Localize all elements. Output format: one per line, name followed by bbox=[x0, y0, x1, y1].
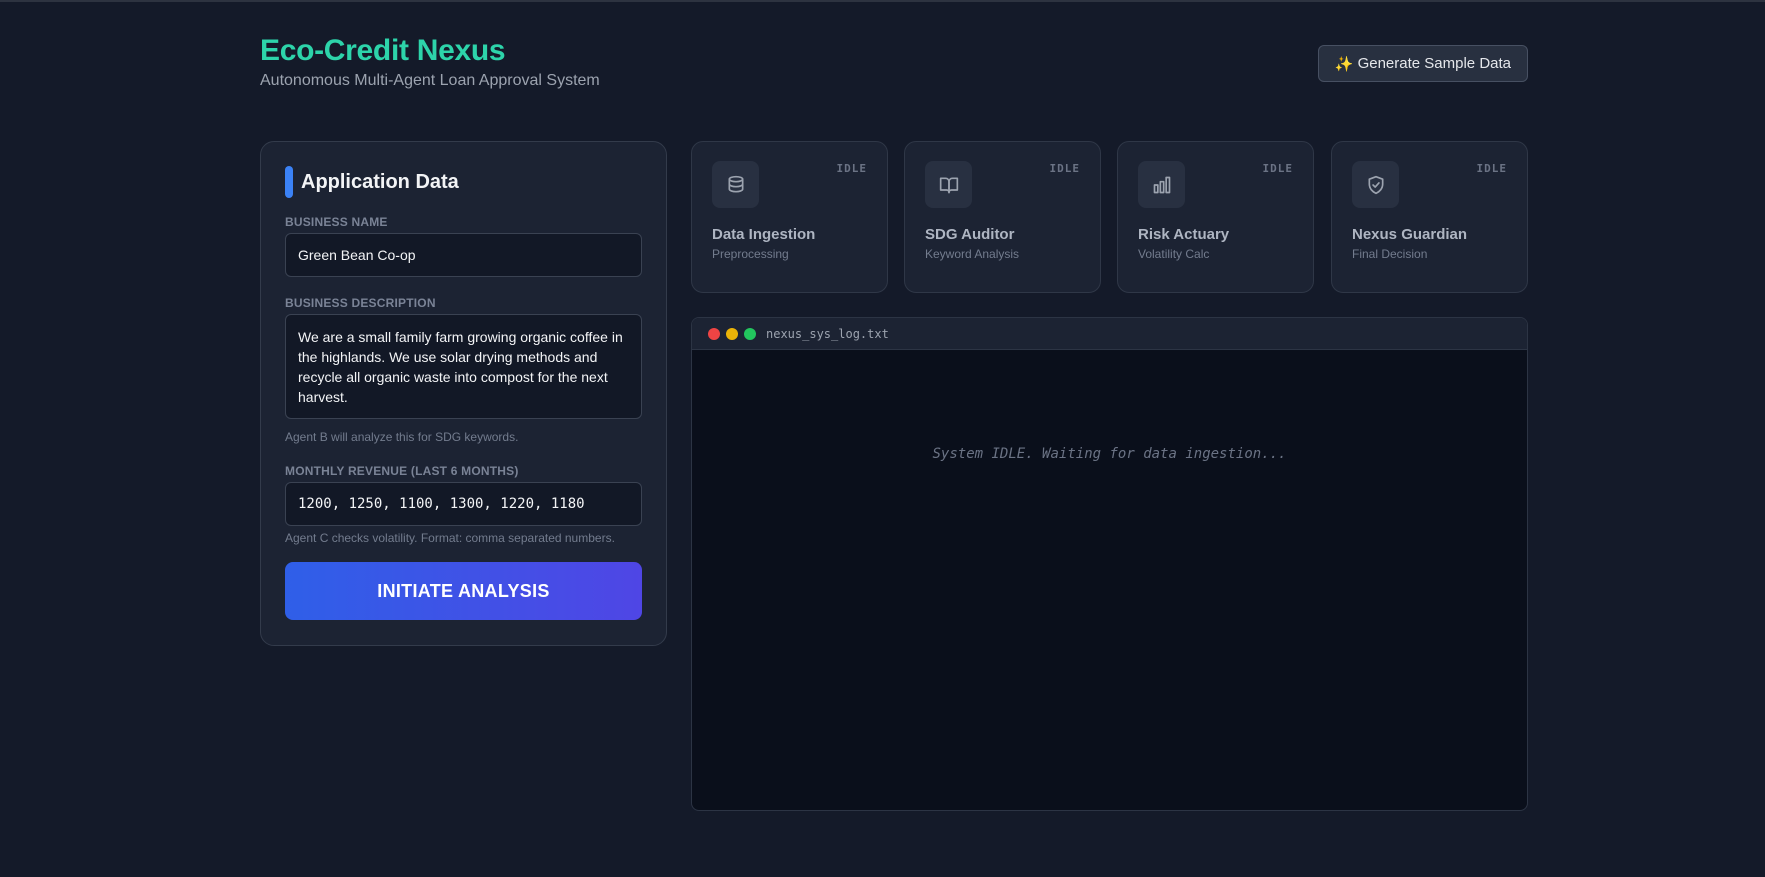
agent-card-sdg-auditor: IDLE SDG Auditor Keyword Analysis bbox=[904, 141, 1101, 293]
monthly-revenue-label: MONTHLY REVENUE (LAST 6 MONTHS) bbox=[285, 464, 519, 478]
monthly-revenue-input[interactable]: 1200, 1250, 1100, 1300, 1220, 1180 bbox=[285, 482, 642, 526]
business-name-input[interactable]: Green Bean Co-op bbox=[285, 233, 642, 277]
terminal-title-bar: nexus_sys_log.txt bbox=[692, 318, 1527, 350]
agent-card-nexus-guardian: IDLE Nexus Guardian Final Decision bbox=[1331, 141, 1528, 293]
agent-subtitle: Preprocessing bbox=[712, 247, 789, 261]
app-subtitle: Autonomous Multi-Agent Loan Approval Sys… bbox=[260, 72, 600, 89]
panel-title: Application Data bbox=[301, 170, 459, 193]
generate-sample-data-label: Generate Sample Data bbox=[1357, 55, 1511, 72]
initiate-analysis-button[interactable]: INITIATE ANALYSIS bbox=[285, 562, 642, 620]
agent-status: IDLE bbox=[1476, 162, 1507, 175]
bar-chart-icon bbox=[1138, 161, 1185, 208]
agent-subtitle: Volatility Calc bbox=[1138, 247, 1210, 261]
agent-card-data-ingestion: IDLE Data Ingestion Preprocessing bbox=[691, 141, 888, 293]
agent-name: Nexus Guardian bbox=[1352, 226, 1468, 243]
business-description-hint: Agent B will analyze this for SDG keywor… bbox=[285, 430, 519, 444]
business-description-textarea[interactable]: We are a small family farm growing organ… bbox=[285, 314, 642, 419]
close-dot-icon bbox=[708, 327, 720, 340]
agent-status: IDLE bbox=[1049, 162, 1080, 175]
minimize-dot-icon bbox=[726, 327, 738, 340]
sparkles-icon: ✨ bbox=[1334, 55, 1354, 73]
agent-name: SDG Auditor bbox=[925, 226, 1015, 243]
app-container: Eco-Credit Nexus Autonomous Multi-Agent … bbox=[260, 0, 1528, 877]
business-name-label: BUSINESS NAME bbox=[285, 215, 388, 229]
generate-sample-data-button[interactable]: ✨ Generate Sample Data bbox=[1317, 45, 1528, 82]
agent-status: IDLE bbox=[836, 162, 867, 175]
app-title: Eco-Credit Nexus bbox=[260, 34, 506, 67]
business-description-label: BUSINESS DESCRIPTION bbox=[285, 296, 436, 310]
application-data-panel: Application Data BUSINESS NAME Green Bea… bbox=[260, 141, 667, 646]
maximize-dot-icon bbox=[744, 327, 756, 340]
book-icon bbox=[925, 161, 972, 208]
heading-accent-bar bbox=[285, 166, 293, 198]
agent-name: Data Ingestion bbox=[712, 226, 816, 243]
terminal-filename: nexus_sys_log.txt bbox=[766, 326, 889, 341]
page-header: Eco-Credit Nexus Autonomous Multi-Agent … bbox=[260, 34, 1528, 94]
agent-subtitle: Keyword Analysis bbox=[925, 247, 1020, 261]
monthly-revenue-hint: Agent C checks volatility. Format: comma… bbox=[285, 531, 615, 545]
agent-name: Risk Actuary bbox=[1138, 226, 1230, 243]
agent-status: IDLE bbox=[1262, 162, 1293, 175]
agent-card-risk-actuary: IDLE Risk Actuary Volatility Calc bbox=[1117, 141, 1314, 293]
panel-heading: Application Data bbox=[285, 166, 459, 198]
shield-check-icon bbox=[1352, 161, 1399, 208]
system-log-terminal: nexus_sys_log.txt System IDLE. Waiting f… bbox=[691, 317, 1528, 811]
terminal-idle-message: System IDLE. Waiting for data ingestion.… bbox=[932, 446, 1287, 462]
database-icon bbox=[712, 161, 759, 208]
agent-subtitle: Final Decision bbox=[1352, 247, 1428, 261]
